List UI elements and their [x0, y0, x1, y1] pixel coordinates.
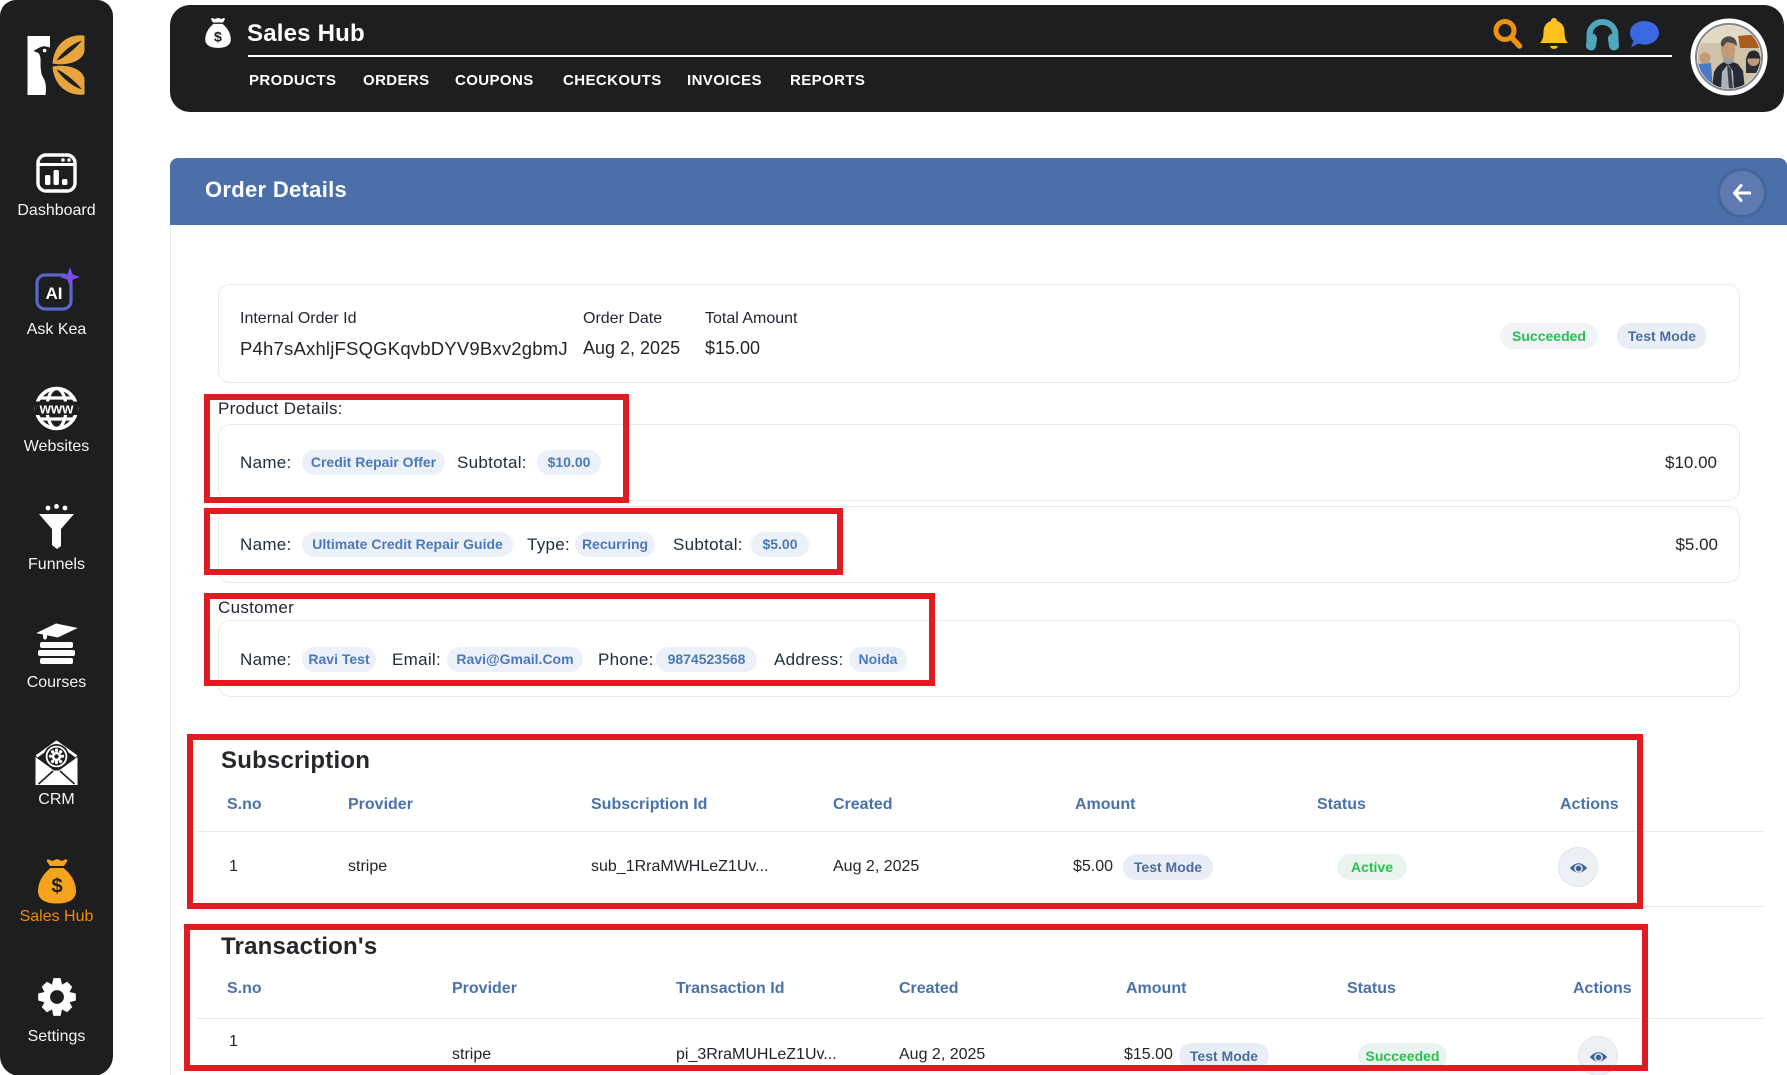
- svg-text:$: $: [214, 29, 222, 45]
- svg-text:www: www: [39, 402, 75, 418]
- svg-text:AI: AI: [46, 284, 63, 303]
- svg-text:$: $: [51, 876, 62, 898]
